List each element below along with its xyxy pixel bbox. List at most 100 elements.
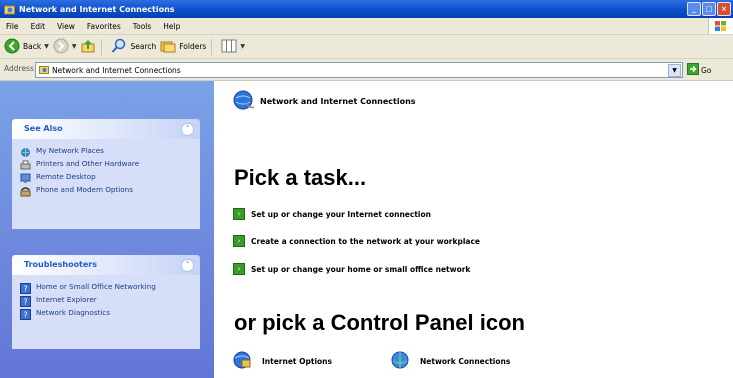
task-link-internet-connection[interactable]: › Set up or change your Internet connect… xyxy=(233,208,431,220)
task-label: Set up or change your Internet connectio… xyxy=(251,209,431,219)
toolbar: Back ▼ ▼ Search Folders ▼ xyxy=(0,35,733,59)
task-label: Set up or change your home or small offi… xyxy=(251,264,471,274)
menu-edit[interactable]: Edit xyxy=(25,22,52,31)
windows-logo-icon xyxy=(708,18,733,34)
see-also-header[interactable]: See Also ˄ xyxy=(12,119,200,139)
svg-text:?: ? xyxy=(23,311,27,320)
help-icon: ? xyxy=(20,283,31,294)
forward-arrow-icon xyxy=(53,38,69,56)
forward-button[interactable]: ▼ xyxy=(53,38,77,56)
troubleshooters-list: ? Home or Small Office Networking ? Inte… xyxy=(12,275,200,349)
task-label: Create a connection to the network at yo… xyxy=(251,236,480,246)
green-arrow-icon: › xyxy=(233,208,245,220)
remote-desktop-icon xyxy=(20,173,31,184)
search-button[interactable]: Search xyxy=(111,38,156,56)
network-folder-icon xyxy=(39,65,49,75)
menu-view[interactable]: View xyxy=(51,22,81,31)
phone-icon xyxy=(20,186,31,197)
see-also-item-remote-desktop[interactable]: Remote Desktop xyxy=(20,172,192,184)
see-also-label: Printers and Other Hardware xyxy=(36,159,140,168)
search-label: Search xyxy=(130,42,157,51)
control-panel-icon-internet-options[interactable]: Internet Options xyxy=(232,350,332,372)
network-globe-icon xyxy=(232,89,255,113)
menu-file[interactable]: File xyxy=(0,22,25,31)
green-arrow-icon: › xyxy=(233,235,245,247)
menu-bar: File Edit View Favorites Tools Help xyxy=(0,18,733,35)
troubleshooter-item-internet-explorer[interactable]: ? Internet Explorer xyxy=(20,295,192,307)
troubleshooter-item-network-diagnostics[interactable]: ? Network Diagnostics xyxy=(20,308,192,320)
see-also-item-my-network-places[interactable]: My Network Places xyxy=(20,146,192,158)
network-folder-icon xyxy=(4,4,15,15)
back-button[interactable]: Back ▼ xyxy=(4,38,49,56)
task-pane: See Also ˄ My Network Places Printers an… xyxy=(0,81,214,378)
control-panel-icon-network-connections[interactable]: Network Connections xyxy=(390,350,510,372)
views-button[interactable]: ▼ xyxy=(221,39,245,55)
menu-help[interactable]: Help xyxy=(157,22,186,31)
help-icon: ? xyxy=(20,309,31,320)
troubleshooters-panel: Troubleshooters ˄ ? Home or Small Office… xyxy=(12,255,200,349)
back-arrow-icon xyxy=(4,38,20,56)
up-folder-button[interactable] xyxy=(80,38,96,56)
title-bar[interactable]: Network and Internet Connections _ □ × xyxy=(0,0,733,18)
go-button[interactable]: Go xyxy=(687,63,711,77)
views-icon xyxy=(221,39,237,55)
address-input[interactable]: Network and Internet Connections ▼ xyxy=(35,62,683,78)
window-title: Network and Internet Connections xyxy=(19,4,175,14)
category-title: Network and Internet Connections xyxy=(260,96,416,106)
back-label: Back xyxy=(23,42,42,51)
printer-icon xyxy=(20,160,31,171)
see-also-label: Remote Desktop xyxy=(36,172,96,181)
address-bar: Address Network and Internet Connections… xyxy=(0,59,733,81)
close-button[interactable]: × xyxy=(717,2,731,16)
folders-label: Folders xyxy=(179,42,207,51)
toolbar-separator xyxy=(211,38,213,55)
see-also-list: My Network Places Printers and Other Har… xyxy=(12,139,200,229)
help-icon: ? xyxy=(20,296,31,307)
troubleshooter-label: Home or Small Office Networking xyxy=(36,282,156,291)
see-also-item-phone-modem[interactable]: Phone and Modem Options xyxy=(20,185,192,197)
up-folder-icon xyxy=(80,38,96,56)
chevron-down-icon[interactable]: ▼ xyxy=(668,64,681,77)
menu-tools[interactable]: Tools xyxy=(127,22,157,31)
pick-task-heading: Pick a task... xyxy=(234,165,367,190)
collapse-chevron-icon[interactable]: ˄ xyxy=(181,259,194,272)
control-panel-icon-label: Network Connections xyxy=(420,356,511,366)
troubleshooter-label: Network Diagnostics xyxy=(36,308,111,317)
see-also-panel: See Also ˄ My Network Places Printers an… xyxy=(12,119,200,229)
troubleshooter-item-home-network[interactable]: ? Home or Small Office Networking xyxy=(20,282,192,294)
content-area: See Also ˄ My Network Places Printers an… xyxy=(0,81,733,378)
go-label: Go xyxy=(701,65,712,75)
search-icon xyxy=(111,38,127,56)
chevron-down-icon[interactable]: ▼ xyxy=(72,43,77,50)
collapse-chevron-icon[interactable]: ˄ xyxy=(181,123,194,136)
internet-options-icon xyxy=(232,350,254,372)
task-link-workplace-connection[interactable]: › Create a connection to the network at … xyxy=(233,235,480,247)
toolbar-separator xyxy=(101,38,103,55)
category-header: Network and Internet Connections xyxy=(232,89,416,113)
see-also-label: Phone and Modem Options xyxy=(36,185,133,194)
address-value: Network and Internet Connections xyxy=(52,65,181,75)
go-arrow-icon xyxy=(687,63,699,77)
task-link-home-network[interactable]: › Set up or change your home or small of… xyxy=(233,263,470,275)
troubleshooters-title: Troubleshooters xyxy=(24,260,98,269)
chevron-down-icon[interactable]: ▼ xyxy=(44,43,49,50)
folders-icon xyxy=(160,38,176,56)
network-connections-icon xyxy=(390,350,412,372)
see-also-label: My Network Places xyxy=(36,146,104,155)
troubleshooter-label: Internet Explorer xyxy=(36,295,97,304)
control-panel-icon-label: Internet Options xyxy=(262,356,332,366)
folders-button[interactable]: Folders xyxy=(160,38,206,56)
address-label: Address xyxy=(4,64,34,73)
svg-text:?: ? xyxy=(23,285,27,294)
maximize-button[interactable]: □ xyxy=(702,2,716,16)
chevron-down-icon[interactable]: ▼ xyxy=(240,43,245,50)
green-arrow-icon: › xyxy=(233,263,245,275)
see-also-item-printers[interactable]: Printers and Other Hardware xyxy=(20,159,192,171)
troubleshooters-header[interactable]: Troubleshooters ˄ xyxy=(12,255,200,275)
minimize-button[interactable]: _ xyxy=(687,2,701,16)
control-panel-heading: or pick a Control Panel icon xyxy=(234,310,525,335)
network-places-icon xyxy=(20,147,31,158)
svg-text:?: ? xyxy=(23,298,27,307)
menu-favorites[interactable]: Favorites xyxy=(81,22,127,31)
see-also-title: See Also xyxy=(24,124,63,133)
